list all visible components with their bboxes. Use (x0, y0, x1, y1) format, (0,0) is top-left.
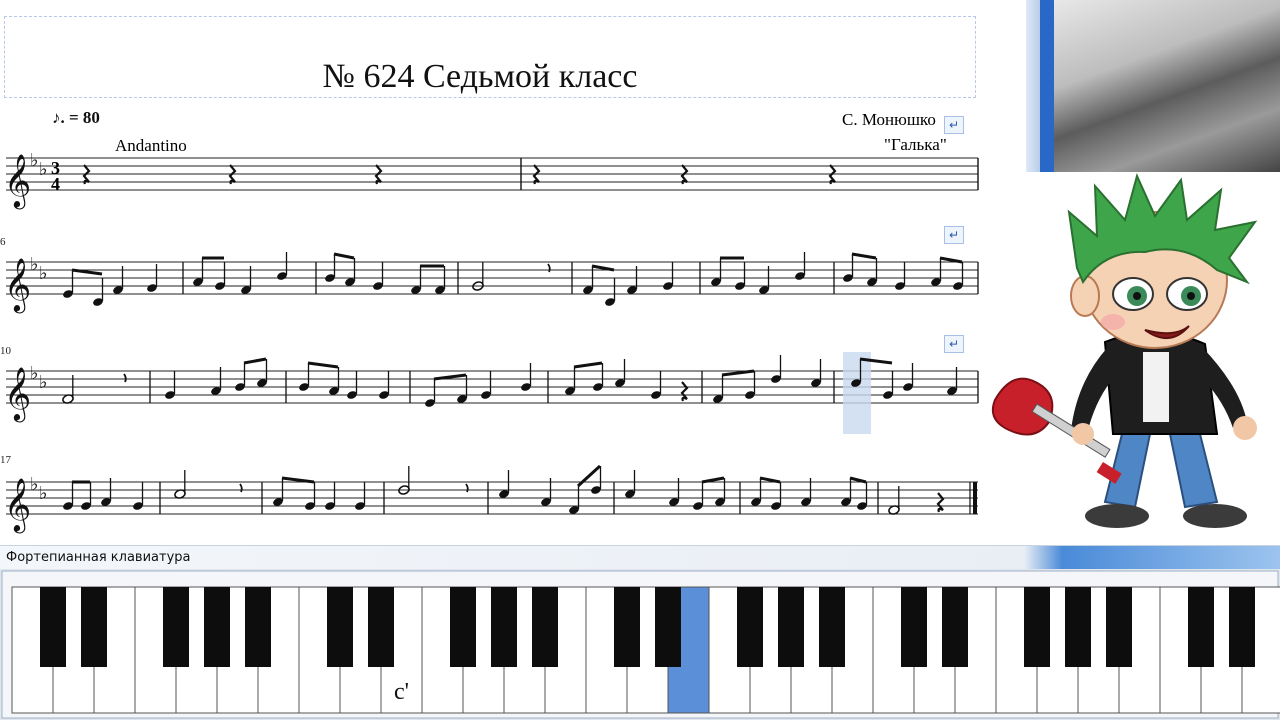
piano-key-black[interactable] (81, 587, 107, 667)
staff-line-4 (4, 464, 978, 533)
piano-key-black[interactable] (1188, 587, 1214, 667)
piano-key-black[interactable] (245, 587, 271, 667)
piano-key-black[interactable] (327, 587, 353, 667)
window-edge (1026, 0, 1040, 172)
score-view[interactable]: № 624 Седьмой класс ♪. = 80 Andantino С.… (0, 0, 985, 545)
staff-line-3 (4, 352, 979, 434)
piano-key-black[interactable] (1229, 587, 1255, 667)
piano-key-black[interactable] (491, 587, 517, 667)
piano-key-black[interactable] (1024, 587, 1050, 667)
piano-key-black[interactable] (532, 587, 558, 667)
keyboard-panel-title: Фортепианная клавиатура (6, 550, 191, 565)
staff-line-2 (4, 251, 979, 313)
piano-key-black[interactable] (655, 587, 681, 667)
piano-key-black[interactable] (942, 587, 968, 667)
piano-key-black[interactable] (40, 587, 66, 667)
piano-key-black[interactable] (778, 587, 804, 667)
piano-key-black[interactable] (163, 587, 189, 667)
cartoon-boy-with-guitar-icon (985, 172, 1280, 542)
piano-key-black[interactable] (450, 587, 476, 667)
piano-key-black[interactable] (819, 587, 845, 667)
staff-system: 𝄞 ♭♭ 3 4 (4, 150, 979, 533)
photo-thumbnail-icon (1040, 0, 1280, 172)
piano-key-black[interactable] (614, 587, 640, 667)
piano-key-black[interactable] (1106, 587, 1132, 667)
piano-key-black[interactable] (1065, 587, 1091, 667)
keyboard-panel-header[interactable]: Фортепианная клавиатура (0, 545, 1280, 569)
piano-keyboard[interactable]: c' (0, 569, 1280, 720)
note-label-c1: c' (394, 679, 409, 705)
svg-text:4: 4 (51, 174, 60, 194)
piano-key-black[interactable] (901, 587, 927, 667)
side-gap (985, 0, 1026, 172)
piano-key-black[interactable] (204, 587, 230, 667)
piano-key-black[interactable] (737, 587, 763, 667)
piano-key-black[interactable] (368, 587, 394, 667)
staff-line-1: 3 4 (4, 150, 979, 209)
